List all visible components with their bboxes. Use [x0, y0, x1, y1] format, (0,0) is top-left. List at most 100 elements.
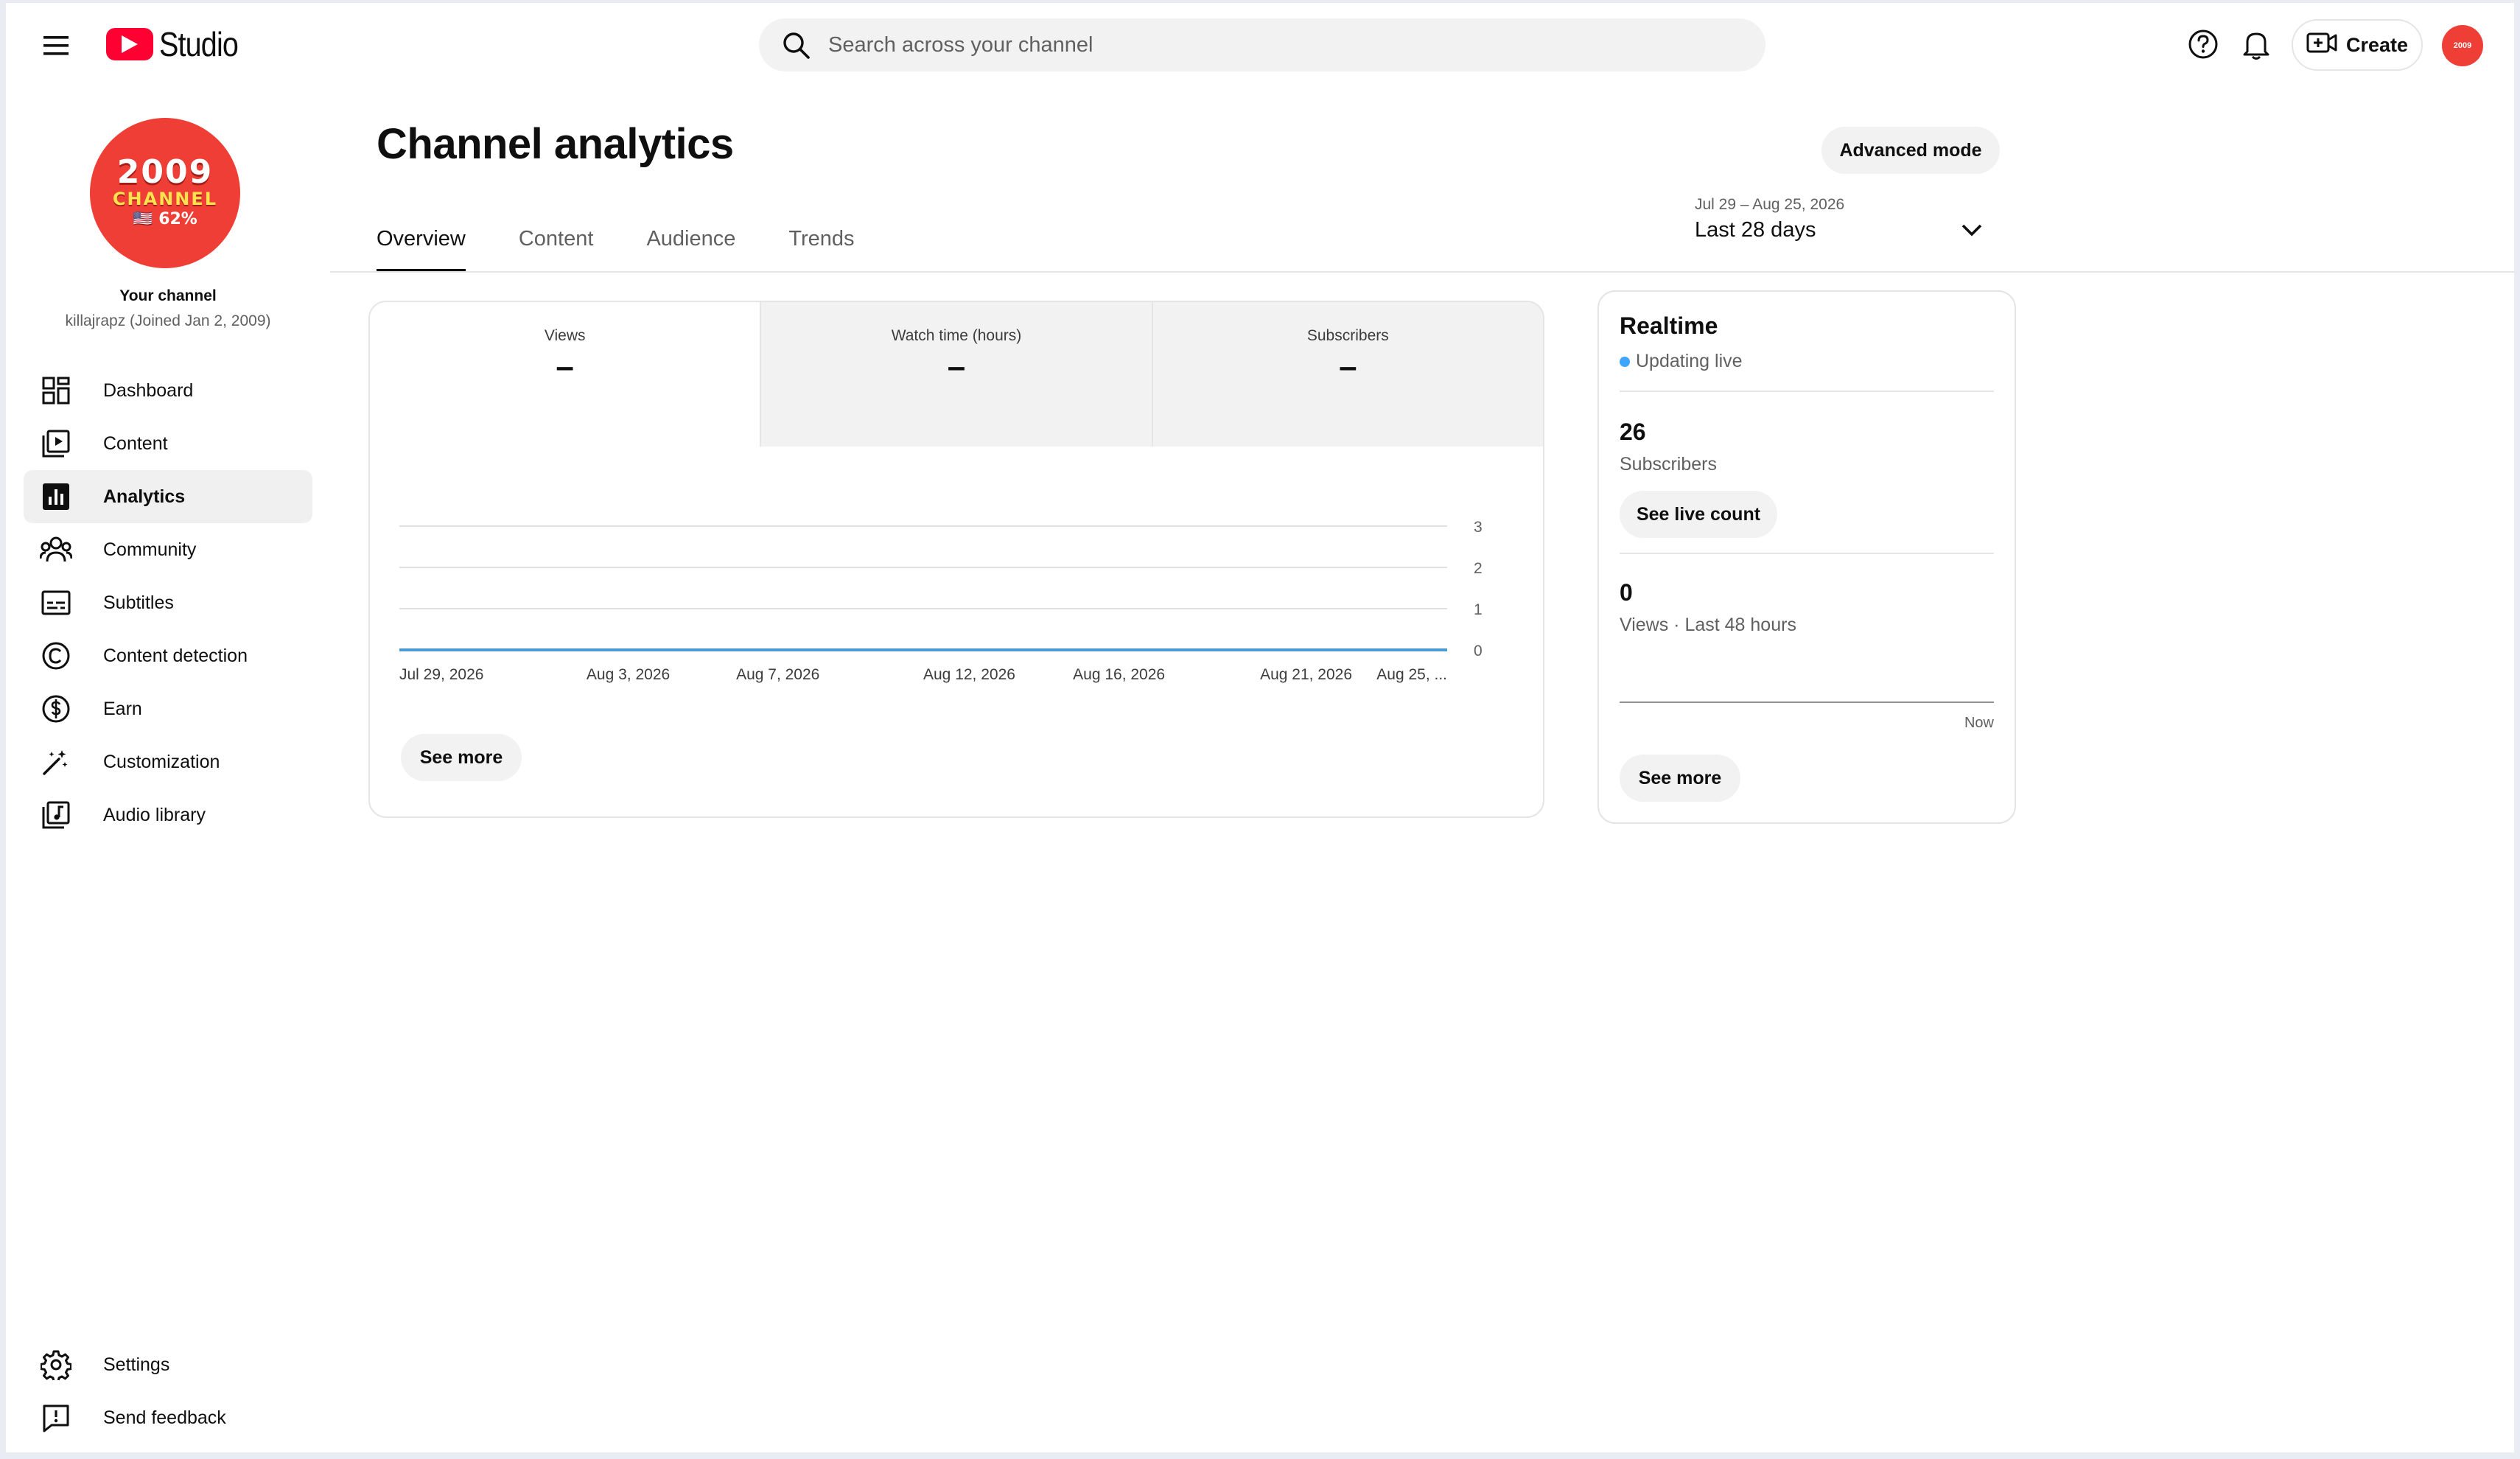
metric-watch-time[interactable]: Watch time (hours) – — [760, 302, 1152, 447]
chevron-down-icon[interactable] — [1954, 212, 1989, 248]
avatar-line-2: CHANNEL — [112, 189, 218, 210]
overview-card: Views – Watch time (hours) – Subscribers… — [368, 301, 1544, 818]
search-icon[interactable] — [778, 27, 813, 63]
tab-overview[interactable]: Overview — [377, 211, 466, 273]
realtime-axis-now-label: Now — [1964, 715, 1994, 731]
realtime-chart-axis — [1620, 701, 1994, 703]
dollar-icon — [38, 691, 74, 727]
help-icon[interactable] — [2185, 27, 2221, 62]
search-input[interactable] — [827, 32, 1640, 58]
content-icon — [38, 426, 74, 461]
sidebar-item-customization[interactable]: Customization — [24, 735, 312, 788]
realtime-views-label: Views · Last 48 hours — [1620, 615, 1796, 635]
create-button[interactable]: Create — [2292, 19, 2423, 71]
divider — [1620, 553, 1994, 554]
search-bar[interactable] — [759, 18, 1765, 71]
metric-value: – — [556, 349, 574, 385]
y-tick-label: 0 — [1474, 643, 1483, 659]
sidebar-item-dashboard[interactable]: Dashboard — [24, 364, 312, 417]
live-dot-icon — [1620, 356, 1630, 367]
chart-svg: 0 1 2 3 Jul 29, 2026 Aug 3, 2026 Aug 7, 2026 Au… — [399, 519, 1483, 683]
x-tick-label: Aug 12, 2026 — [923, 666, 1015, 683]
sidebar-item-settings[interactable]: Settings — [24, 1338, 312, 1391]
sidebar-item-label: Dashboard — [103, 379, 194, 401]
sidebar-item-label: Earn — [103, 698, 142, 719]
create-video-icon — [2306, 31, 2337, 60]
avatar-mini-text: 2009 — [2453, 41, 2472, 50]
sidebar-item-earn[interactable]: Earn — [24, 682, 312, 735]
live-status-label: Updating live — [1636, 351, 1743, 371]
notifications-bell-icon[interactable] — [2239, 27, 2274, 62]
x-tick-label: Jul 29, 2026 — [399, 666, 483, 683]
sidebar-item-label: Audio library — [103, 804, 206, 825]
copyright-icon — [38, 638, 74, 673]
realtime-title: Realtime — [1620, 312, 1718, 339]
see-more-button[interactable]: See more — [401, 734, 522, 781]
sidebar-nav: Dashboard Content Analytics Community Su… — [24, 364, 312, 842]
logo-text: Studio — [159, 25, 239, 63]
views-chart: 0 1 2 3 Jul 29, 2026 Aug 3, 2026 Aug 7, 2026 Au… — [399, 461, 1519, 741]
audio-library-icon — [38, 797, 74, 833]
metric-subscribers[interactable]: Subscribers – — [1151, 302, 1543, 447]
channel-handle: killajrapz (Joined Jan 2, 2009) — [65, 312, 271, 329]
sidebar-item-community[interactable]: Community — [24, 523, 312, 576]
sidebar-item-label: Analytics — [103, 486, 186, 507]
realtime-subscribers-value: 26 — [1620, 419, 1646, 445]
y-tick-label: 1 — [1474, 601, 1483, 618]
hamburger-menu-icon[interactable] — [38, 28, 74, 63]
x-tick-label: Aug 3, 2026 — [587, 666, 670, 683]
sidebar-item-subtitles[interactable]: Subtitles — [24, 576, 312, 629]
studio-logo[interactable]: Studio — [106, 24, 251, 65]
gear-icon — [38, 1347, 74, 1382]
sidebar-item-label: Community — [103, 539, 197, 560]
sidebar-item-content-detection[interactable]: Content detection — [24, 629, 312, 682]
top-bar: Studio Create 2009 — [6, 3, 2514, 85]
tab-trends[interactable]: Trends — [788, 211, 854, 273]
x-tick-label: Aug 25, ... — [1376, 666, 1447, 683]
sidebar-item-audio-library[interactable]: Audio library — [24, 788, 312, 842]
y-tick-label: 3 — [1474, 519, 1483, 536]
realtime-card: Realtime Updating live 26 Subscribers Se… — [1597, 290, 2016, 824]
magic-wand-icon — [38, 744, 74, 780]
avatar-mini-line: 2009 — [2453, 41, 2472, 50]
analytics-tabs: Overview Content Audience Trends — [377, 211, 855, 273]
sidebar-item-label: Customization — [103, 751, 220, 772]
x-tick-label: Aug 21, 2026 — [1260, 666, 1352, 683]
analytics-icon — [38, 479, 74, 514]
sidebar-item-send-feedback[interactable]: Send feedback — [24, 1391, 312, 1444]
dashboard-icon — [38, 373, 74, 408]
realtime-views-value: 0 — [1620, 579, 1633, 606]
metric-label: Subscribers — [1306, 327, 1389, 344]
sidebar-bottom-nav: Settings Send feedback — [24, 1338, 312, 1444]
your-channel-label: Your channel — [119, 287, 217, 304]
sidebar-item-label: Content detection — [103, 645, 248, 666]
advanced-mode-button[interactable]: Advanced mode — [1821, 127, 2000, 174]
x-tick-label: Aug 7, 2026 — [736, 666, 819, 683]
y-tick-label: 2 — [1474, 560, 1483, 577]
page-title: Channel analytics — [377, 120, 734, 168]
x-tick-label: Aug 16, 2026 — [1073, 666, 1165, 683]
divider — [1620, 391, 1994, 392]
date-range-dates: Jul 29 – Aug 25, 2026 — [1695, 196, 1845, 213]
sidebar-item-label: Send feedback — [103, 1407, 226, 1428]
realtime-subscribers-label: Subscribers — [1620, 454, 1717, 475]
tab-audience[interactable]: Audience — [646, 211, 735, 273]
sidebar-item-content[interactable]: Content — [24, 417, 312, 470]
metric-views[interactable]: Views – — [370, 302, 760, 447]
realtime-see-more-button[interactable]: See more — [1620, 755, 1740, 802]
tab-content[interactable]: Content — [519, 211, 594, 273]
channel-avatar[interactable]: 2009 CHANNEL 🇺🇸 62% — [90, 118, 240, 268]
metric-label: Views — [544, 327, 586, 344]
create-label: Create — [2345, 33, 2409, 56]
sidebar-item-analytics[interactable]: Analytics — [24, 470, 312, 523]
sidebar: 2009 CHANNEL 🇺🇸 62% Your channel killajr… — [6, 85, 330, 1452]
metric-label: Watch time (hours) — [891, 327, 1022, 344]
account-avatar[interactable]: 2009 — [2442, 25, 2483, 66]
date-range-picker[interactable]: Jul 29 – Aug 25, 2026 Last 28 days — [1695, 196, 2004, 258]
metric-tabs: Views – Watch time (hours) – Subscribers… — [370, 302, 1543, 447]
realtime-live-status: Updating live — [1620, 351, 1743, 372]
studio-app: Studio Create 2009 2009 CHANNEL — [6, 3, 2514, 1452]
tabs-divider — [330, 271, 2514, 273]
see-live-count-button[interactable]: See live count — [1620, 491, 1777, 538]
sidebar-item-label: Settings — [103, 1354, 170, 1375]
